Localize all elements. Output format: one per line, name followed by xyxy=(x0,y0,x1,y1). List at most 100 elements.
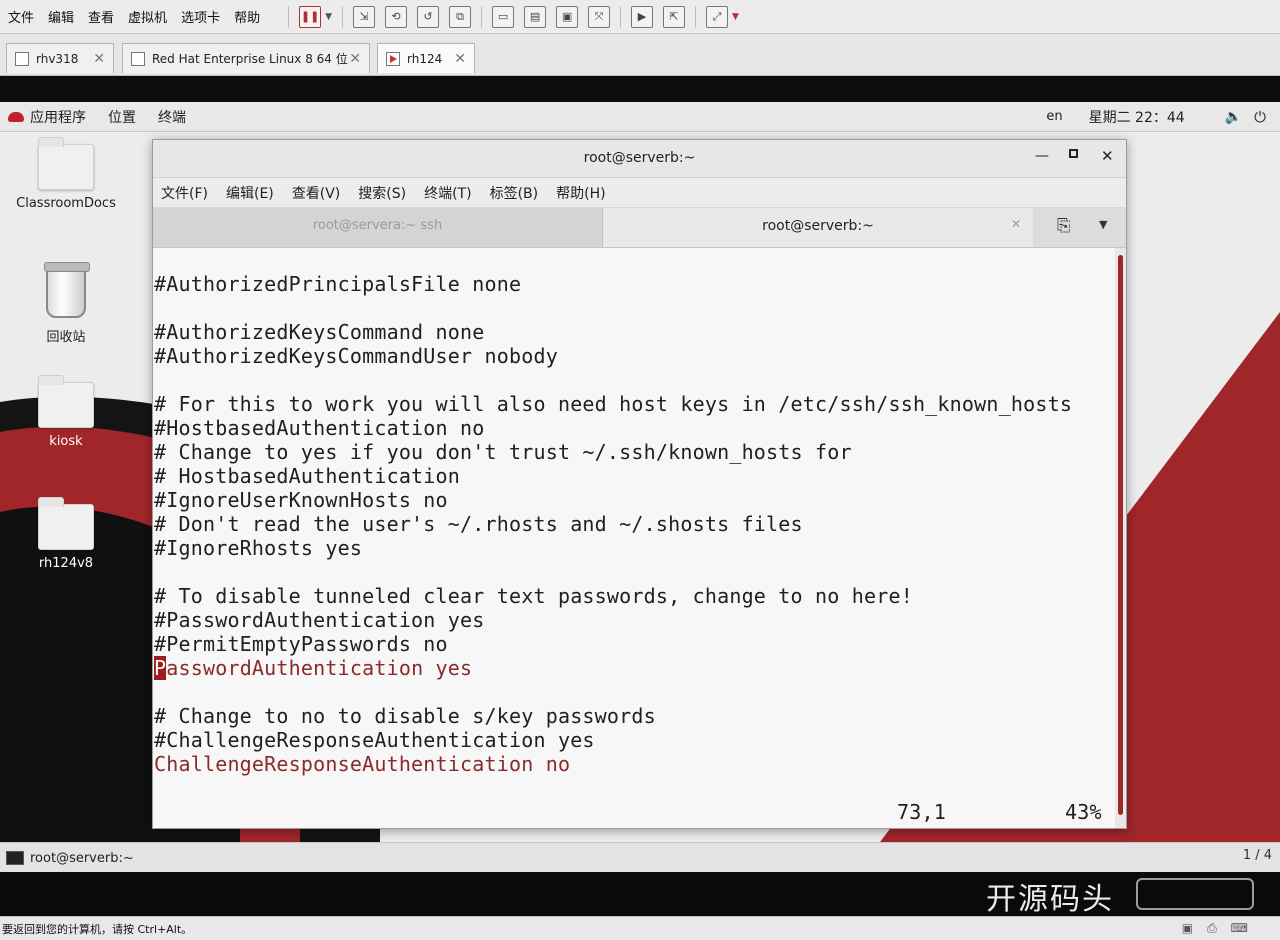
guest-taskbar: root@serverb:~ 1 / 4 xyxy=(0,842,1280,872)
terminal-line: # Change to yes if you don't trust ~/.ss… xyxy=(154,440,852,464)
terminal-line: #PasswordAuthentication yes xyxy=(154,608,485,632)
sidebar-view-icon[interactable]: ▭ xyxy=(492,5,515,28)
terminal-content[interactable]: #AuthorizedPrincipalsFile none #Authoriz… xyxy=(153,248,1115,828)
minimize-icon[interactable]: — xyxy=(1035,148,1049,164)
new-tab-icon[interactable]: ⎘ xyxy=(1057,216,1071,236)
terminal-menu-view[interactable]: 查看(V) xyxy=(292,183,341,203)
folder-icon xyxy=(38,375,94,428)
close-icon[interactable]: ✕ xyxy=(1011,217,1021,231)
vm-icon xyxy=(131,51,145,66)
desktop-icon-classroomdocs[interactable]: ClassroomDocs xyxy=(16,137,116,211)
device-status-icons[interactable]: ▣⎙⌨ xyxy=(1182,921,1262,936)
terminal-line: #AuthorizedPrincipalsFile none xyxy=(154,272,522,296)
toolbar-separator xyxy=(481,5,483,28)
close-icon[interactable]: ✕ xyxy=(93,51,105,67)
terminal-line: #IgnoreUserKnownHosts no xyxy=(154,488,448,512)
send-keys-icon[interactable]: ⇲ xyxy=(353,5,376,28)
power-icon[interactable]: ⏻ xyxy=(1254,108,1266,126)
terminal-menu-file[interactable]: 文件(F) xyxy=(161,183,208,203)
scrollbar-thumb[interactable] xyxy=(1118,255,1123,815)
terminal-menubar: 文件(F) 编辑(E) 查看(V) 搜索(S) 终端(T) 标签(B) 帮助(H… xyxy=(153,178,1126,208)
terminal-line: # Don't read the user's ~/.rhosts and ~/… xyxy=(154,512,803,536)
chevron-down-icon[interactable]: ▼ xyxy=(1099,218,1107,231)
terminal-menu-tabs[interactable]: 标签(B) xyxy=(490,183,539,203)
terminal-menu-edit[interactable]: 编辑(E) xyxy=(226,183,274,203)
terminal-tab-bar: root@servera:~ ssh root@serverb:~ ✕ ⎘ ▼ xyxy=(153,208,1126,248)
vm-tab-label: rh124 xyxy=(407,51,443,66)
vm-icon xyxy=(15,51,29,66)
desktop-icon-label: rh124v8 xyxy=(38,556,94,571)
desktop-icon-label: ClassroomDocs xyxy=(16,196,116,211)
terminal-window[interactable]: root@serverb:~ — ✕ 文件(F) 编辑(E) 查看(V) 搜索(… xyxy=(152,139,1127,829)
console-view-icon[interactable]: ▶ xyxy=(631,5,654,28)
close-icon[interactable]: ✕ xyxy=(454,51,466,67)
terminal-line: # To disable tunneled clear text passwor… xyxy=(154,584,913,608)
vm-menu-help[interactable]: 帮助 xyxy=(228,7,266,26)
watermark-text: 开源码头 xyxy=(986,882,1114,917)
maximize-icon[interactable] xyxy=(1069,149,1078,158)
terminal-line: #ChallengeResponseAuthentication yes xyxy=(154,728,595,752)
volume-icon[interactable]: 🔈 xyxy=(1225,109,1242,125)
vm-toolbar: ❚❚ ▼ ⇲ ⟲ ↺ ⧉ ▭ ▤ ▣ ⤧ ▶ ⇱ ⤢ ▼ xyxy=(288,5,739,28)
terminal-line: # Change to no to disable s/key password… xyxy=(154,704,656,728)
chevron-down-icon[interactable]: ▼ xyxy=(325,12,332,22)
close-icon[interactable]: ✕ xyxy=(349,51,361,67)
terminal-title: root@serverb:~ xyxy=(583,150,696,166)
terminal-tab-label: root@serverb:~ xyxy=(762,218,874,234)
terminal-line: # HostbasedAuthentication xyxy=(154,464,461,488)
taskbar-window-button[interactable]: root@serverb:~ xyxy=(6,846,134,870)
snapshot-icon[interactable]: ⟲ xyxy=(385,5,408,28)
terminal-line: ChallengeResponseAuthentication no xyxy=(154,752,571,776)
terminal-menu-terminal[interactable]: 终端(T) xyxy=(424,183,471,203)
fit-window-icon[interactable]: ▣ xyxy=(556,5,579,28)
cursor-position-status: 73,1 xyxy=(897,800,946,824)
terminal-menu-search[interactable]: 搜索(S) xyxy=(358,183,406,203)
terminal-menu-help[interactable]: 帮助(H) xyxy=(556,183,605,203)
terminal-line: #AuthorizedKeysCommandUser nobody xyxy=(154,344,558,368)
gnome-top-bar: 应用程序 位置 终端 en 星期二 22：44 🔈 ⏻ xyxy=(0,102,1280,132)
vm-menu-tabs[interactable]: 选项卡 xyxy=(175,7,226,26)
clock[interactable]: 星期二 22：44 xyxy=(1089,107,1185,127)
unity-icon[interactable]: ⤧ xyxy=(588,5,611,28)
terminal-tab-servera[interactable]: root@servera:~ ssh xyxy=(153,208,603,247)
desktop-icon-trash[interactable]: 回收站 xyxy=(16,262,116,345)
terminal-line-text: asswordAuthentication yes xyxy=(166,656,473,680)
vm-running-icon xyxy=(386,51,400,66)
folder-icon xyxy=(38,137,94,190)
full-screen-icon[interactable]: ⇱ xyxy=(663,5,686,28)
terminal-line: #AuthorizedKeysCommand none xyxy=(154,320,485,344)
desktop-icon-kiosk[interactable]: kiosk xyxy=(16,375,116,449)
terminal-app-menu[interactable]: 终端 xyxy=(158,107,186,127)
terminal-titlebar[interactable]: root@serverb:~ — ✕ xyxy=(153,140,1126,178)
terminal-tab-serverb[interactable]: root@serverb:~ ✕ xyxy=(603,208,1033,247)
places-menu[interactable]: 位置 xyxy=(108,107,136,127)
input-language-indicator[interactable]: en xyxy=(1046,109,1062,124)
snapshot-revert-icon[interactable]: ↺ xyxy=(417,5,440,28)
terminal-line-cursor: PasswordAuthentication yes xyxy=(154,656,472,680)
pause-icon[interactable]: ❚❚ xyxy=(299,5,322,28)
close-icon[interactable]: ✕ xyxy=(1101,147,1114,165)
thumbnail-view-icon[interactable]: ▤ xyxy=(524,5,547,28)
vm-tab-rh124[interactable]: rh124 ✕ xyxy=(377,43,475,73)
bilibili-logo-icon xyxy=(1136,878,1254,910)
terminal-line: #PermitEmptyPasswords no xyxy=(154,632,448,656)
toolbar-separator xyxy=(620,5,622,28)
applications-menu[interactable]: 应用程序 xyxy=(30,107,86,127)
vmware-tab-bar: rhv318 ✕ Red Hat Enterprise Linux 8 64 位… xyxy=(0,34,1280,76)
vm-tab-rhel8[interactable]: Red Hat Enterprise Linux 8 64 位 ✕ xyxy=(122,43,370,73)
terminal-line: # For this to work you will also need ho… xyxy=(154,392,1073,416)
terminal-tab-label: root@servera:~ ssh xyxy=(312,218,443,233)
vm-menu-edit[interactable]: 编辑 xyxy=(42,7,80,26)
chevron-down-icon[interactable]: ▼ xyxy=(732,12,739,22)
vm-menu-file[interactable]: 文件 xyxy=(2,7,40,26)
workspace-indicator[interactable]: 1 / 4 xyxy=(1232,848,1272,868)
vm-menu-view[interactable]: 查看 xyxy=(82,7,120,26)
release-input-hint: 要返回到您的计算机，请按 Ctrl+Alt。 xyxy=(2,922,193,936)
snapshot-manager-icon[interactable]: ⧉ xyxy=(449,5,472,28)
desktop-icon-rh124v8[interactable]: rh124v8 xyxy=(16,497,116,571)
redhat-logo-icon xyxy=(8,111,24,122)
vmware-menubar: 文件 编辑 查看 虚拟机 选项卡 帮助 ❚❚ ▼ ⇲ ⟲ ↺ ⧉ ▭ ▤ ▣ ⤧… xyxy=(0,0,1280,34)
vm-tab-rhv318[interactable]: rhv318 ✕ xyxy=(6,43,114,73)
stretch-icon[interactable]: ⤢ xyxy=(706,5,729,28)
vm-menu-vm[interactable]: 虚拟机 xyxy=(122,7,173,26)
